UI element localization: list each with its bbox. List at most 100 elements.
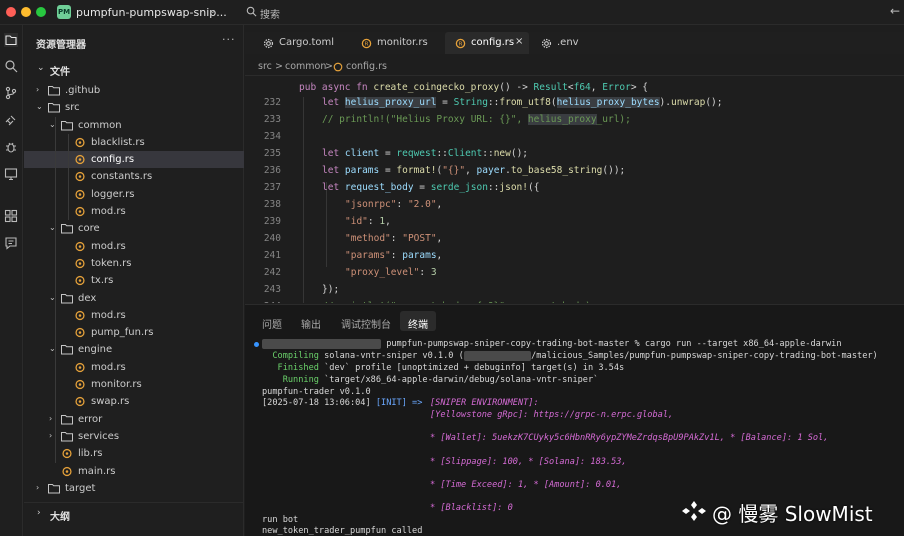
- code-line[interactable]: 235 let client = reqwest::Client::new();: [245, 145, 904, 162]
- code-line[interactable]: 243 });: [245, 281, 904, 298]
- code-line[interactable]: 234: [245, 128, 904, 145]
- tree-folder-services[interactable]: › services: [24, 428, 244, 445]
- tree-item-label: constants.rs: [91, 171, 153, 183]
- code-line[interactable]: 239 "id": 1,: [245, 213, 904, 230]
- tree-folder-github[interactable]: › .github: [24, 82, 244, 99]
- files-icon[interactable]: [4, 33, 18, 47]
- tab-label: .env: [557, 37, 579, 48]
- tree-file-blacklist-rs[interactable]: blacklist.rs: [24, 134, 244, 151]
- files-section-header[interactable]: ⌄ 文件: [24, 59, 244, 79]
- tree-folder-engine[interactable]: ⌄ engine: [24, 341, 244, 358]
- rust-icon: [62, 466, 72, 476]
- remote-icon[interactable]: [4, 113, 18, 127]
- tab-label: 问题: [262, 320, 282, 331]
- tree-file-lib-rs[interactable]: lib.rs: [24, 445, 244, 462]
- tree-item-label: core: [78, 223, 100, 235]
- tree-file-logger-rs[interactable]: logger.rs: [24, 186, 244, 203]
- minimize-window-button[interactable]: [21, 7, 31, 17]
- debug-icon[interactable]: [4, 140, 18, 154]
- maximize-window-button[interactable]: [36, 7, 46, 17]
- tree-file-tx-rs[interactable]: tx.rs: [24, 272, 244, 289]
- source-control-icon[interactable]: [4, 86, 18, 100]
- code-text: "proxy_level": 3: [345, 267, 437, 278]
- code-line[interactable]: 240 "method": "POST",: [245, 230, 904, 247]
- terminal-line: * [Slippage]: 100, * [Solana]: 183.53,: [430, 457, 627, 467]
- code-line[interactable]: 241 "params": params,: [245, 247, 904, 264]
- tree-item-label: blacklist.rs: [91, 136, 145, 148]
- tab-cargo-toml[interactable]: Cargo.toml: [253, 32, 347, 54]
- code-editor[interactable]: pub async fn create_coingecko_proxy() ->…: [245, 77, 904, 303]
- tree-file-main-rs[interactable]: main.rs: [24, 463, 244, 480]
- search-icon[interactable]: [4, 59, 18, 73]
- tab-debug-console[interactable]: 调试控制台: [333, 311, 395, 331]
- project-name[interactable]: pumpfun-pumpswap-snip...: [76, 6, 227, 19]
- breadcrumb-item[interactable]: src: [258, 61, 272, 72]
- code-text: // println!("Helius Proxy URL: {}", heli…: [322, 114, 631, 125]
- tree-file-constants-rs[interactable]: constants.rs: [24, 168, 244, 185]
- chevron-down-icon: ⌄: [36, 102, 43, 112]
- chevron-down-icon[interactable]: ⌄: [209, 6, 217, 16]
- outline-section-header[interactable]: › 大纲: [24, 502, 244, 523]
- code-line[interactable]: 242 "proxy_level": 3: [245, 264, 904, 281]
- tree-file-pump-fun-rs[interactable]: pump_fun.rs: [24, 324, 244, 341]
- more-actions-button[interactable]: ···: [222, 33, 236, 46]
- extensions-icon[interactable]: [4, 209, 18, 223]
- terminal-line: * [Wallet]: 5uekzK7CUyky5c6HbnRRy6ypZYMe…: [430, 433, 829, 443]
- chat-icon[interactable]: [4, 236, 18, 250]
- code-line[interactable]: 244 // println!("request_body: {:?}", re…: [245, 298, 904, 303]
- tab-output[interactable]: 输出: [293, 311, 327, 331]
- project-badge[interactable]: PM: [57, 5, 71, 19]
- tree-item-label: dex: [78, 292, 97, 304]
- tree-folder-common[interactable]: ⌄ common: [24, 117, 244, 134]
- tree-folder-core[interactable]: ⌄ core: [24, 220, 244, 237]
- code-line[interactable]: 236 let params = format!("{}", payer.to_…: [245, 162, 904, 179]
- tab-env[interactable]: .env: [531, 32, 591, 54]
- tab-label: 输出: [301, 320, 321, 331]
- close-icon[interactable]: ×: [515, 36, 523, 47]
- tree-file-config-rs[interactable]: config.rs: [24, 151, 244, 169]
- tab-terminal[interactable]: 终端: [400, 311, 436, 331]
- code-text: // println!("request_body: {:?}", reques…: [322, 301, 597, 303]
- chevron-right-icon: ›: [37, 508, 41, 518]
- code-line[interactable]: 232 let helius_proxy_url = String::from_…: [245, 94, 904, 111]
- tab-label: monitor.rs: [377, 37, 428, 48]
- tree-file-mod-rs[interactable]: mod.rs: [24, 359, 244, 376]
- code-text: let client = reqwest::Client::new();: [322, 148, 529, 159]
- tree-file-mod-rs[interactable]: mod.rs: [24, 238, 244, 255]
- gear-icon: [263, 38, 274, 49]
- rust-icon: [333, 62, 343, 72]
- tree-file-mod-rs[interactable]: mod.rs: [24, 203, 244, 220]
- close-window-button[interactable]: [6, 7, 16, 17]
- rust-icon: [75, 397, 85, 407]
- chevron-right-icon: ›: [49, 430, 53, 440]
- arrow-left-icon[interactable]: ←: [890, 4, 900, 18]
- code-line[interactable]: 238 "jsonrpc": "2.0",: [245, 196, 904, 213]
- tab-config-rs[interactable]: R config.rs ×: [445, 32, 529, 54]
- line-number: 242: [263, 267, 281, 278]
- search-label[interactable]: 搜索: [260, 6, 280, 21]
- line-number: 244: [245, 301, 281, 303]
- tree-folder-error[interactable]: › error: [24, 411, 244, 428]
- rust-icon: [62, 449, 72, 459]
- tree-item-label: token.rs: [91, 257, 132, 269]
- svg-text:R: R: [459, 42, 463, 48]
- tree-folder-target[interactable]: › target: [24, 480, 244, 497]
- breadcrumb-item[interactable]: config.rs: [346, 61, 387, 72]
- tree-file-token-rs[interactable]: token.rs: [24, 255, 244, 272]
- tree-file-swap-rs[interactable]: swap.rs: [24, 393, 244, 410]
- tab-problems[interactable]: 问题: [254, 311, 288, 331]
- chevron-right-icon: ›: [36, 85, 40, 94]
- tree-item-label: monitor.rs: [91, 379, 142, 391]
- tab-monitor-rs[interactable]: R monitor.rs: [351, 32, 437, 54]
- code-line[interactable]: 233 // println!("Helius Proxy URL: {}", …: [245, 111, 904, 128]
- breadcrumb-item[interactable]: common: [285, 61, 326, 72]
- chevron-right-icon: ›: [36, 482, 40, 492]
- search-icon[interactable]: [246, 6, 257, 17]
- tree-file-mod-rs[interactable]: mod.rs: [24, 307, 244, 324]
- tree-folder-dex[interactable]: ⌄ dex: [24, 290, 244, 307]
- tree-folder-src[interactable]: ⌄ src: [24, 99, 244, 116]
- code-line[interactable]: 237 let request_body = serde_json::json!…: [245, 179, 904, 196]
- tree-file-monitor-rs[interactable]: monitor.rs: [24, 376, 244, 393]
- monitor-icon[interactable]: [4, 167, 18, 181]
- terminal-line: Running `target/x86_64-apple-darwin/debu…: [262, 375, 599, 385]
